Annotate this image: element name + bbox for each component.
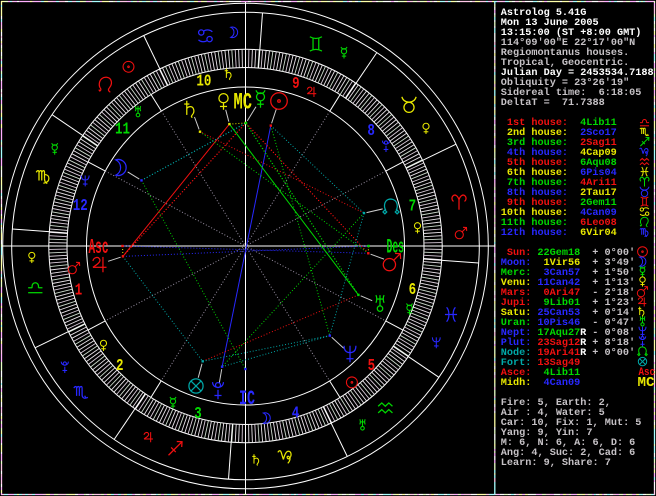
- svg-text:7: 7: [409, 198, 417, 217]
- svg-text:MC: MC: [234, 90, 253, 116]
- svg-text:11: 11: [115, 121, 130, 140]
- svg-text:Asc: Asc: [89, 237, 109, 260]
- svg-text:4: 4: [292, 405, 300, 424]
- svg-text:R: R: [580, 348, 587, 359]
- svg-text:12: 12: [73, 197, 88, 216]
- svg-text:10: 10: [196, 73, 211, 92]
- svg-text:1: 1: [75, 281, 83, 300]
- svg-text:12th house:: 12th house:: [501, 227, 568, 239]
- svg-text:3: 3: [194, 405, 202, 424]
- svg-text:6: 6: [409, 281, 417, 300]
- svg-text:4Can09: 4Can09: [537, 378, 580, 389]
- svg-text:2: 2: [116, 357, 124, 376]
- svg-text:+ 0°00': + 0°00': [592, 347, 635, 359]
- svg-text:5: 5: [368, 357, 376, 376]
- svg-text:IC: IC: [239, 388, 255, 411]
- svg-text:Des: Des: [387, 237, 405, 260]
- svg-text:6Vir04: 6Vir04: [580, 227, 617, 239]
- svg-text:Midh:: Midh:: [501, 377, 532, 389]
- svg-text:DeltaT = 71.7388: DeltaT = 71.7388: [501, 97, 605, 109]
- svg-text:Learn: 9, Share: 7: Learn: 9, Share: 7: [501, 457, 611, 469]
- svg-text:8: 8: [367, 122, 375, 141]
- svg-text:MC: MC: [638, 375, 656, 391]
- svg-text:9: 9: [292, 75, 300, 94]
